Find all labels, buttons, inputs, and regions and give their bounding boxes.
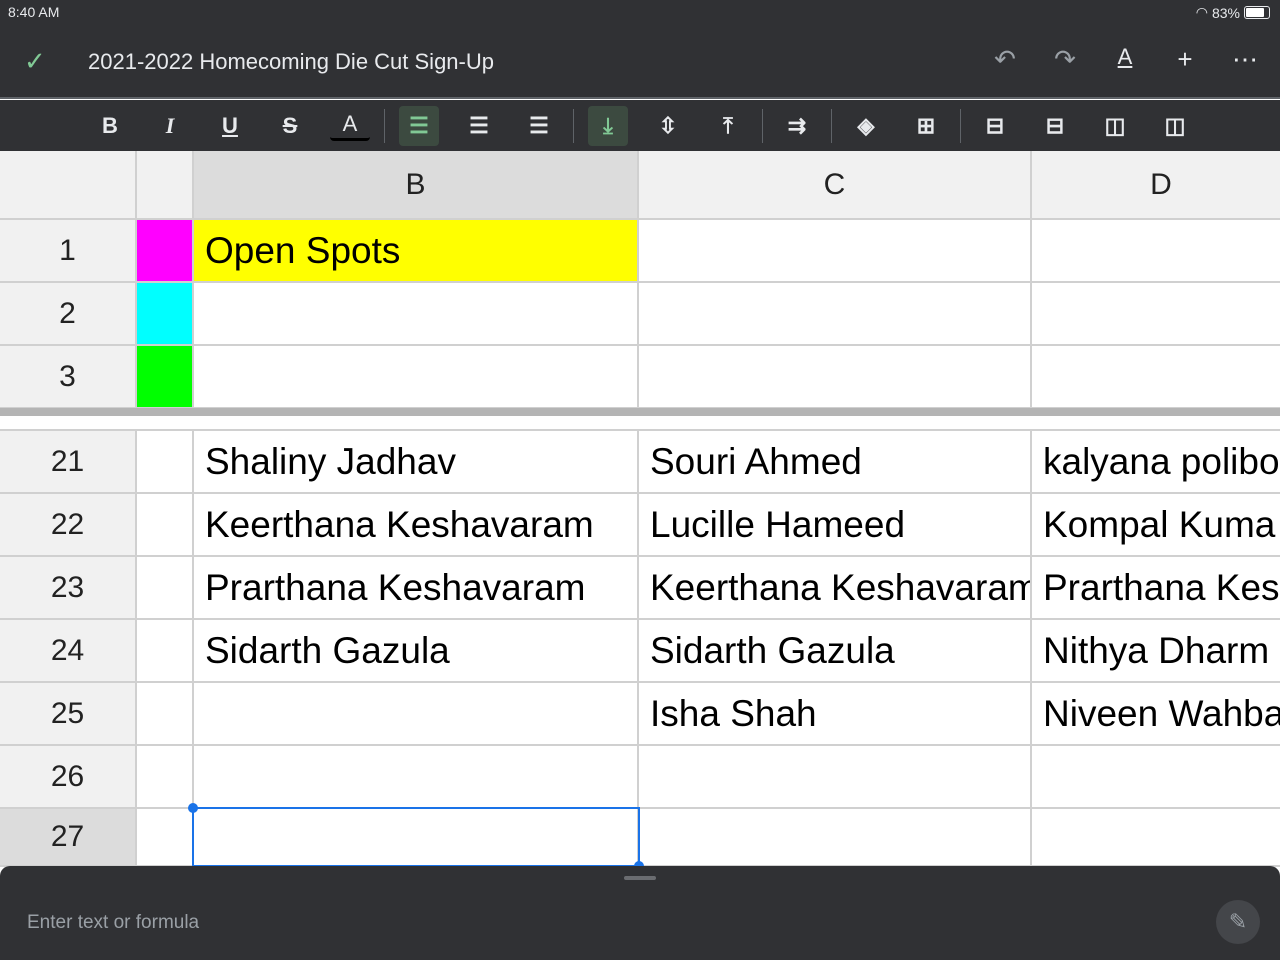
cell-B21[interactable]: Shaliny Jadhav	[194, 431, 639, 494]
wifi-icon: ◠	[1195, 4, 1208, 20]
row-header-24[interactable]: 24	[0, 620, 137, 683]
cell-B23[interactable]: Prarthana Keshavaram	[194, 557, 639, 620]
cell-B1[interactable]: Open Spots	[194, 220, 639, 283]
cell-B24[interactable]: Sidarth Gazula	[194, 620, 639, 683]
row-header-27[interactable]: 27	[0, 809, 137, 867]
cell-C3[interactable]	[639, 346, 1032, 409]
cell-A27[interactable]	[137, 809, 194, 867]
cell-D1[interactable]	[1032, 220, 1280, 283]
cell-D22[interactable]: Kompal Kuma	[1032, 494, 1280, 557]
selection-handle[interactable]	[188, 803, 198, 813]
cell-D26[interactable]	[1032, 746, 1280, 809]
align-center-icon[interactable]: ☰	[459, 106, 499, 146]
column-header-D[interactable]: D	[1032, 151, 1280, 220]
align-left-icon[interactable]: ☰	[399, 105, 439, 146]
pencil-icon[interactable]: ✎	[1216, 900, 1260, 944]
cell-C24[interactable]: Sidarth Gazula	[639, 620, 1032, 683]
insert-row-below-icon[interactable]: ⊟	[1035, 106, 1075, 146]
select-all-corner[interactable]	[0, 151, 137, 220]
format-toolbar: B I U S A ☰ ☰ ☰ ⤓ ⇳ ⤒ ⇉ ◈ ⊞ ⊟ ⊟ ◫ ◫	[0, 100, 1280, 151]
row-header-23[interactable]: 23	[0, 557, 137, 620]
check-icon[interactable]: ✓	[24, 46, 46, 77]
cell-B26[interactable]	[194, 746, 639, 809]
undo-icon[interactable]: ↶	[990, 44, 1020, 75]
cell-A24[interactable]	[137, 620, 194, 683]
cell-A3[interactable]	[137, 346, 194, 409]
text-format-icon[interactable]: A	[1110, 44, 1140, 75]
drag-handle[interactable]	[624, 876, 656, 880]
row-header-2[interactable]: 2	[0, 283, 137, 346]
battery-icon	[1244, 6, 1270, 19]
cell-B3[interactable]	[194, 346, 639, 409]
cell-A26[interactable]	[137, 746, 194, 809]
cell-A25[interactable]	[137, 683, 194, 746]
clock: 8:40 AM	[8, 4, 60, 20]
underline-button[interactable]: U	[210, 106, 250, 146]
title-bar: ✓ 2021-2022 Homecoming Die Cut Sign-Up ↶…	[0, 26, 1280, 99]
valign-top-icon[interactable]: ⤒	[708, 106, 748, 146]
cell-A22[interactable]	[137, 494, 194, 557]
cell-D27[interactable]	[1032, 809, 1280, 867]
cell-A2[interactable]	[137, 283, 194, 346]
document-title[interactable]: 2021-2022 Homecoming Die Cut Sign-Up	[88, 49, 494, 75]
cell-C25[interactable]: Isha Shah	[639, 683, 1032, 746]
redo-icon[interactable]: ↷	[1050, 44, 1080, 75]
valign-bottom-icon[interactable]: ⤓	[588, 105, 628, 146]
valign-middle-icon[interactable]: ⇳	[648, 106, 688, 146]
frozen-gap	[0, 416, 1280, 431]
cell-C23[interactable]: Keerthana Keshavaram	[639, 557, 1032, 620]
align-right-icon[interactable]: ☰	[519, 106, 559, 146]
cell-C2[interactable]	[639, 283, 1032, 346]
row-header-26[interactable]: 26	[0, 746, 137, 809]
freeze-divider[interactable]	[0, 408, 1280, 416]
cell-A1[interactable]	[137, 220, 194, 283]
italic-button[interactable]: I	[150, 106, 190, 146]
row-header-1[interactable]: 1	[0, 220, 137, 283]
cell-D25[interactable]: Niveen Wahba	[1032, 683, 1280, 746]
add-icon[interactable]: +	[1170, 44, 1200, 75]
cell-B25[interactable]	[194, 683, 639, 746]
cell-A23[interactable]	[137, 557, 194, 620]
column-header-A[interactable]	[137, 151, 194, 220]
cell-A21[interactable]	[137, 431, 194, 494]
cell-B2[interactable]	[194, 283, 639, 346]
row-header-22[interactable]: 22	[0, 494, 137, 557]
cell-C22[interactable]: Lucille Hameed	[639, 494, 1032, 557]
cell-C21[interactable]: Souri Ahmed	[639, 431, 1032, 494]
cell-C26[interactable]	[639, 746, 1032, 809]
row-header-25[interactable]: 25	[0, 683, 137, 746]
fill-color-icon[interactable]: ◈	[846, 106, 886, 146]
more-icon[interactable]: ⋯	[1230, 44, 1260, 75]
column-header-C[interactable]: C	[639, 151, 1032, 220]
cell-C27[interactable]	[639, 809, 1032, 867]
formula-input[interactable]: Enter text or formula	[27, 912, 199, 934]
borders-icon[interactable]: ⊞	[906, 106, 946, 146]
wrap-icon[interactable]: ⇉	[777, 106, 817, 146]
selected-cell-B27[interactable]	[188, 803, 644, 871]
row-header-21[interactable]: 21	[0, 431, 137, 494]
cell-B22[interactable]: Keerthana Keshavaram	[194, 494, 639, 557]
row-header-3[interactable]: 3	[0, 346, 137, 409]
cell-D24[interactable]: Nithya Dharm	[1032, 620, 1280, 683]
cell-D3[interactable]	[1032, 346, 1280, 409]
strikethrough-button[interactable]: S	[270, 106, 310, 146]
insert-col-left-icon[interactable]: ◫	[1095, 106, 1135, 146]
status-bar: 8:40 AM ◠ 83%	[0, 0, 1280, 26]
insert-col-right-icon[interactable]: ◫	[1155, 106, 1195, 146]
battery-percent: 83%	[1211, 4, 1240, 21]
text-color-button[interactable]: A	[330, 111, 370, 141]
cell-D21[interactable]: kalyana polibo	[1032, 431, 1280, 494]
insert-row-above-icon[interactable]: ⊟	[975, 106, 1015, 146]
bold-button[interactable]: B	[90, 106, 130, 146]
cell-C1[interactable]	[639, 220, 1032, 283]
column-header-B[interactable]: B	[194, 151, 639, 220]
cell-D2[interactable]	[1032, 283, 1280, 346]
formula-bar: Enter text or formula ✎	[0, 866, 1280, 960]
cell-D23[interactable]: Prarthana Kes	[1032, 557, 1280, 620]
